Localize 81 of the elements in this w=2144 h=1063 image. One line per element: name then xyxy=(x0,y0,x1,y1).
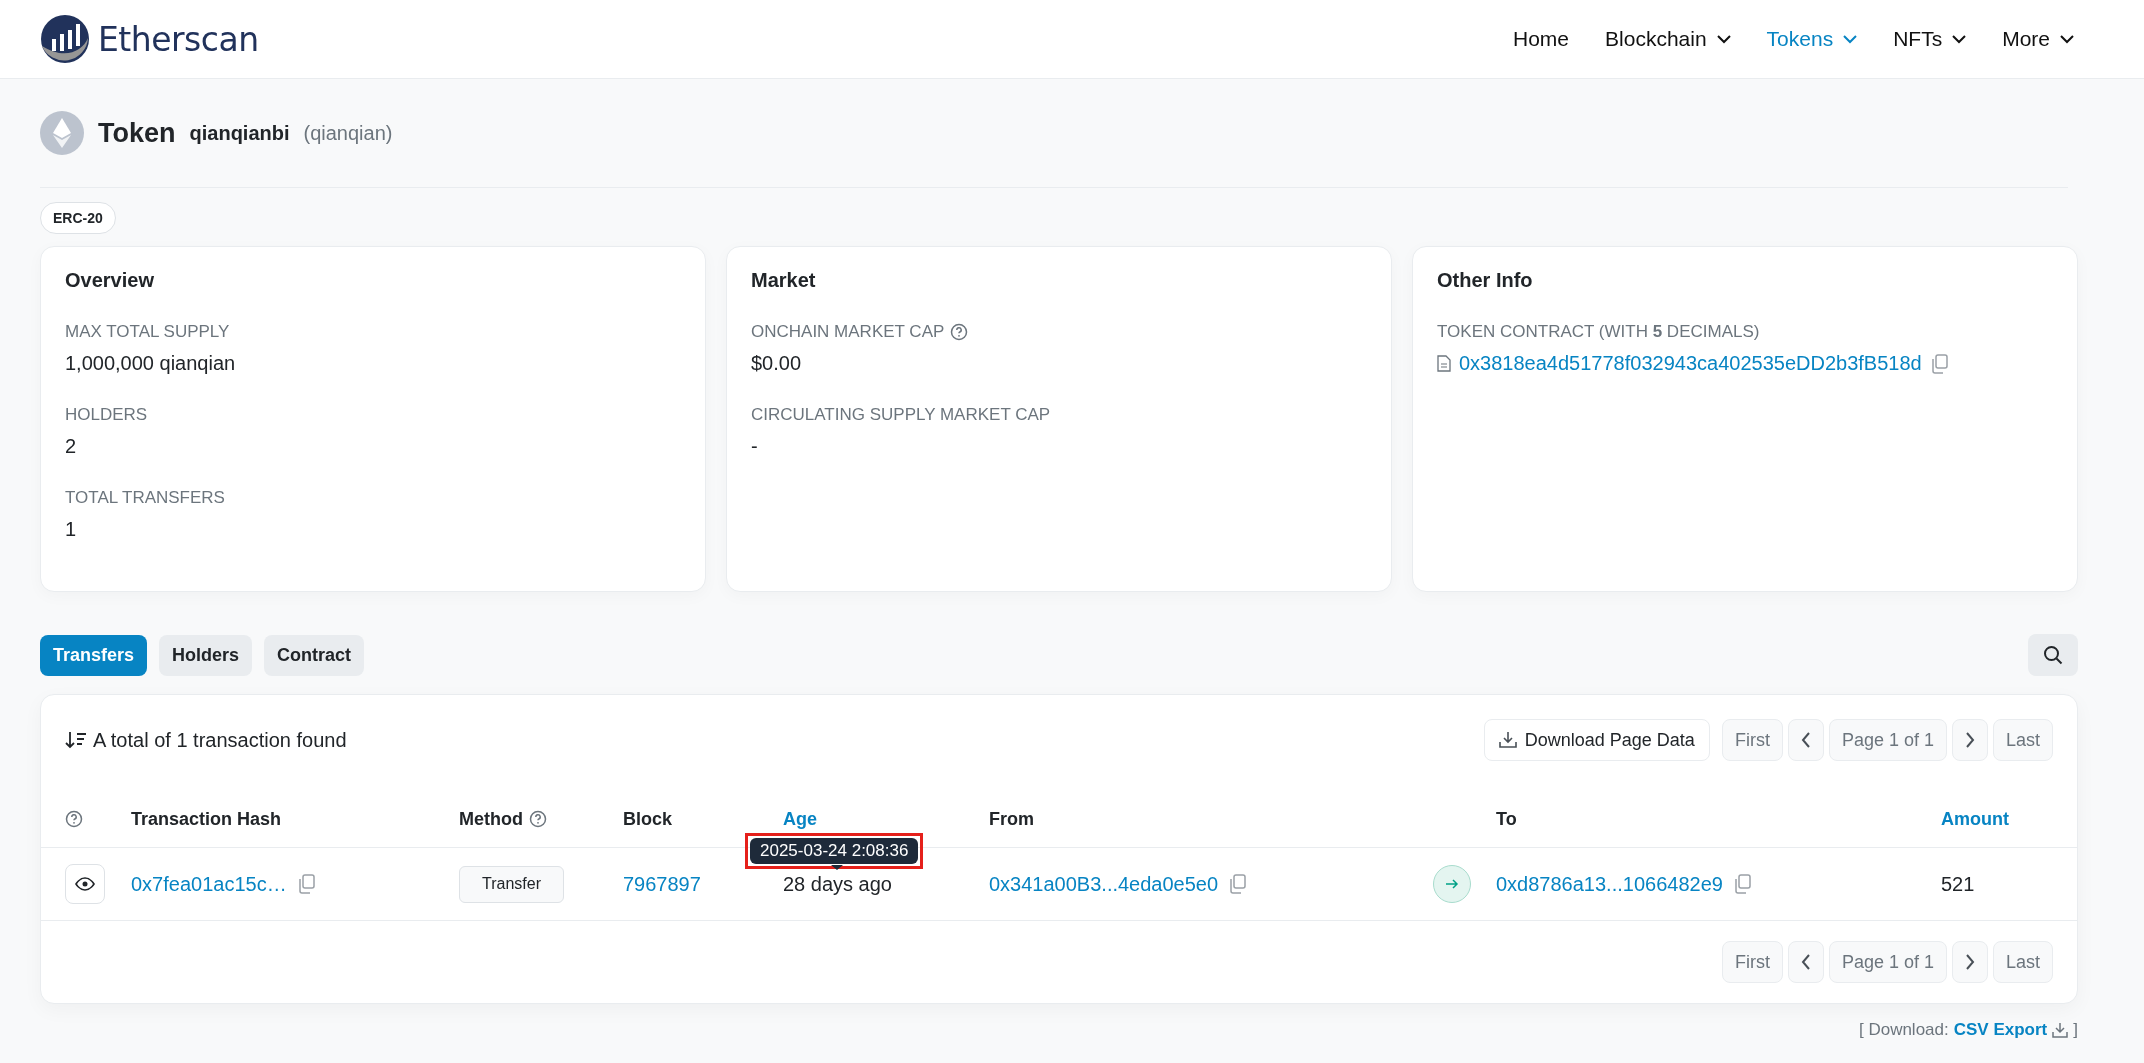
download-icon xyxy=(2052,1022,2069,1038)
field-label: MAX TOTAL SUPPLY xyxy=(65,322,230,342)
page-indicator[interactable]: Page 1 of 1 xyxy=(1828,941,1947,983)
page-indicator[interactable]: Page 1 of 1 xyxy=(1828,719,1947,761)
download-label: [ Download: xyxy=(1858,1020,1949,1040)
last-page-button[interactable]: Last xyxy=(1992,941,2053,983)
ethereum-icon xyxy=(40,111,84,155)
logo-icon[interactable] xyxy=(40,14,90,64)
token-standard-tag: ERC-20 xyxy=(40,202,116,234)
field-label: CIRCULATING SUPPLY MARKET CAP xyxy=(751,405,1051,425)
amount-text: 521 xyxy=(1941,872,1975,896)
last-page-button[interactable]: Last xyxy=(1992,719,2053,761)
chevron-left-icon xyxy=(1800,732,1811,748)
column-header: To xyxy=(1496,808,1517,830)
download-icon xyxy=(1498,731,1517,749)
field-label: TOKEN CONTRACT (WITH 5 DECIMALS) xyxy=(1437,322,1760,342)
column-header: Method xyxy=(459,808,523,830)
column-header-link[interactable]: Amount xyxy=(1941,808,2009,830)
token-name: qianqianbi xyxy=(189,121,290,145)
field-value: 1,000,000 qianqian xyxy=(65,352,236,375)
next-page-button[interactable] xyxy=(1951,719,1988,761)
nav-link[interactable]: More xyxy=(2002,27,2074,51)
copy-icon[interactable] xyxy=(1732,874,1751,894)
csv-export-link[interactable]: CSV Export xyxy=(1953,1020,2048,1040)
help-icon[interactable] xyxy=(529,810,547,828)
chevron-right-icon xyxy=(1964,732,1975,748)
field-label: ONCHAIN MARKET CAP xyxy=(751,322,945,342)
eye-icon xyxy=(75,877,95,891)
copy-icon[interactable] xyxy=(1228,874,1247,894)
view-button[interactable] xyxy=(65,864,105,904)
next-page-button[interactable] xyxy=(1951,941,1988,983)
card-title: Overview xyxy=(65,269,155,292)
transaction-count-text: A total of 1 transaction found xyxy=(93,728,347,752)
field-value: $0.00 xyxy=(751,352,802,375)
method-tag: Transfer xyxy=(459,865,564,903)
column-header: Block xyxy=(623,808,673,830)
arrow-right-icon xyxy=(1445,879,1459,889)
nav-link[interactable]: Blockchain xyxy=(1605,27,1731,51)
chevron-right-icon xyxy=(1964,954,1975,970)
from-address-link[interactable]: 0x341a00B3...4eda0e5e0 xyxy=(989,872,1219,896)
field-label: TOTAL TRANSFERS xyxy=(65,488,225,508)
token-symbol: (qianqian) xyxy=(303,121,393,145)
previous-page-button[interactable] xyxy=(1787,719,1824,761)
page-title: Token xyxy=(98,117,176,149)
download-button[interactable]: Download Page Data xyxy=(1483,719,1710,761)
sort-icon[interactable] xyxy=(65,730,87,750)
first-page-button[interactable]: First xyxy=(1721,719,1783,761)
nav-link[interactable]: Tokens xyxy=(1766,27,1858,51)
field-value: 2 xyxy=(65,435,77,458)
field-label: HOLDERS xyxy=(65,405,148,425)
tooltip: 2025-03-24 2:08:36 xyxy=(745,833,924,869)
search-icon xyxy=(2043,645,2063,665)
nav-link[interactable]: Home xyxy=(1513,27,1570,51)
column-header-link[interactable]: Age xyxy=(783,808,817,830)
help-icon[interactable] xyxy=(950,323,969,341)
field-value: - xyxy=(751,435,758,458)
tab[interactable]: Holders xyxy=(159,634,253,676)
logo-text[interactable]: Etherscan xyxy=(98,19,259,59)
search-button[interactable] xyxy=(2028,634,2078,676)
block-link[interactable]: 7967897 xyxy=(623,872,701,896)
copy-icon[interactable] xyxy=(296,874,315,894)
copy-icon[interactable] xyxy=(1929,353,1948,374)
column-header: Transaction Hash xyxy=(131,808,282,830)
age-text: 28 days ago xyxy=(783,872,892,896)
bracket-text: ] xyxy=(2073,1020,2078,1040)
help-icon[interactable] xyxy=(65,810,83,828)
tab[interactable]: Transfers xyxy=(40,634,148,676)
field-value: 1 xyxy=(65,518,77,541)
contract-address-link[interactable]: 0x3818ea4d51778f032943ca402535eDD2b3fB518d xyxy=(1459,352,1922,375)
nav-link[interactable]: NFTs xyxy=(1893,27,1967,51)
to-address-link[interactable]: 0xd8786a13...1066482e9 xyxy=(1496,872,1723,896)
transaction-hash-link[interactable]: 0x7fea01ac15c… xyxy=(131,872,287,896)
card-title: Other Info xyxy=(1437,269,1534,292)
first-page-button[interactable]: First xyxy=(1721,941,1783,983)
column-header: From xyxy=(989,808,1034,830)
tab[interactable]: Contract xyxy=(264,634,365,676)
previous-page-button[interactable] xyxy=(1787,941,1824,983)
tooltip-pointer xyxy=(831,865,843,870)
chevron-left-icon xyxy=(1800,954,1811,970)
document-icon xyxy=(1437,355,1451,372)
card-title: Market xyxy=(751,269,817,292)
